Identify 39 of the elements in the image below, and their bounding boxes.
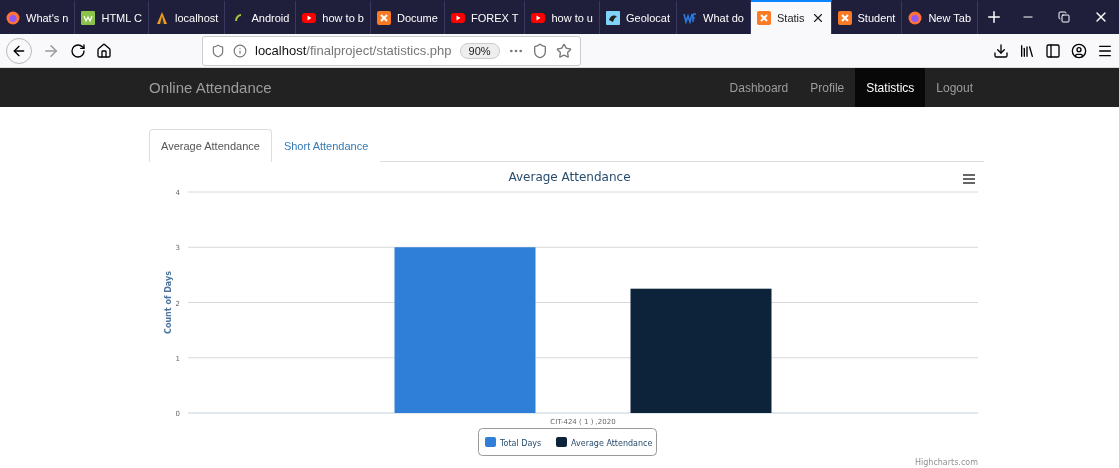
favicon-icon — [81, 11, 96, 25]
y-axis-title: Count of Days — [164, 271, 173, 334]
sidebar-icon[interactable] — [1045, 42, 1061, 59]
info-icon[interactable] — [233, 43, 247, 58]
favicon-icon — [757, 11, 771, 25]
favicon-icon — [6, 11, 20, 25]
legend-swatch-icon[interactable] — [485, 437, 496, 447]
page-tab[interactable]: Average Attendance — [149, 129, 272, 162]
favicon-icon — [155, 11, 169, 25]
favicon-icon — [908, 11, 923, 25]
address-field[interactable]: localhost/finalproject/statistics.php 90% — [202, 35, 581, 66]
brand-title[interactable]: Online Attendance — [149, 79, 272, 96]
legend-label[interactable]: Average Attendance — [571, 439, 653, 448]
url-text: localhost/finalproject/statistics.php — [255, 43, 452, 58]
star-icon[interactable] — [555, 42, 572, 59]
account-icon[interactable] — [1071, 42, 1087, 59]
favicon-icon — [450, 11, 465, 25]
browser-tab[interactable]: Statis — [751, 0, 832, 34]
favicon-icon — [531, 11, 546, 25]
nav-link[interactable]: Profile — [799, 68, 856, 107]
favicon-icon — [606, 11, 620, 25]
reload-icon[interactable] — [70, 42, 86, 59]
restore-icon[interactable] — [1058, 11, 1071, 23]
legend-swatch-icon[interactable] — [556, 437, 567, 447]
home-icon[interactable] — [96, 42, 112, 59]
favicon-icon — [683, 11, 697, 25]
shield-icon[interactable] — [211, 43, 225, 58]
zoom-level[interactable]: 90% — [459, 42, 500, 59]
favicon-icon — [376, 11, 391, 25]
favicon-icon — [837, 11, 852, 25]
library-icon[interactable] — [1019, 42, 1035, 59]
nav-link[interactable]: Statistics — [855, 68, 926, 107]
nav-link[interactable]: Dashboard — [718, 68, 800, 107]
chart-title: Average Attendance — [508, 170, 631, 184]
favicon-icon — [302, 11, 317, 25]
download-icon[interactable] — [993, 42, 1009, 59]
nav-link[interactable]: Logout — [925, 68, 984, 107]
legend-label[interactable]: Total Days — [500, 439, 542, 448]
chart-menu-icon[interactable] — [963, 174, 975, 184]
